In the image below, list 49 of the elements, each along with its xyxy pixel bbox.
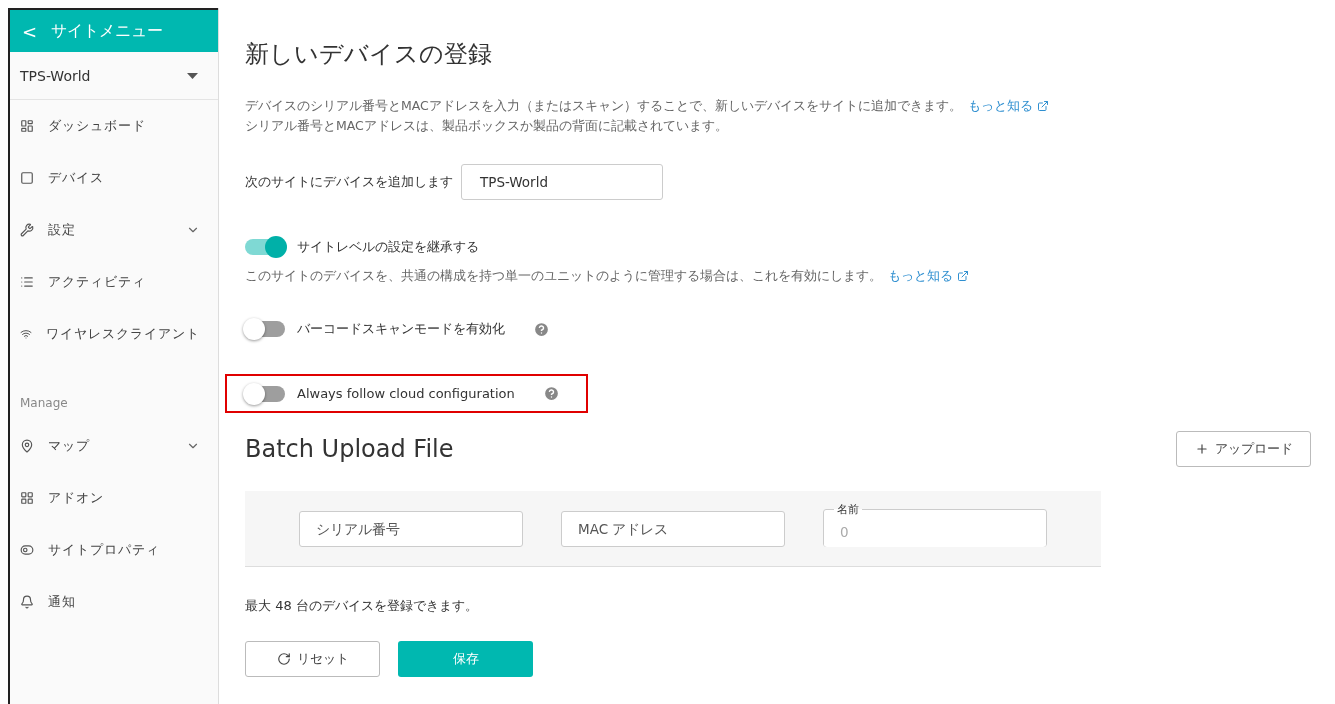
nav-item[interactable]: アドオン — [10, 472, 218, 524]
bell-icon — [20, 595, 34, 609]
grid-icon — [20, 491, 34, 505]
toggle-switch[interactable] — [245, 385, 285, 402]
plus-icon — [1194, 442, 1209, 456]
toggle-description: このサイトのデバイスを、共通の構成を持つ単一のユニットのように管理する場合は、これを有効にします。 もっと知る — [245, 266, 1311, 286]
caret-icon — [187, 72, 198, 79]
toggle-icon — [20, 543, 34, 557]
toggle-label: Always follow cloud configuration — [297, 386, 515, 401]
nav-item[interactable]: 設定 — [10, 204, 218, 256]
help-icon[interactable] — [542, 385, 560, 402]
square-icon — [20, 171, 34, 185]
wrench-icon — [20, 223, 34, 237]
site-selector[interactable]: TPS-World — [10, 52, 218, 100]
nav-item[interactable]: デバイス — [10, 152, 218, 204]
input-field[interactable]: シリアル番号 — [299, 510, 523, 547]
help-icon[interactable] — [533, 320, 550, 338]
upload-button[interactable]: アップロード — [1176, 431, 1311, 467]
site-field[interactable]: TPS-World — [461, 164, 663, 200]
toggle-switch[interactable] — [245, 239, 285, 255]
nav-item[interactable]: サイトプロパティ — [10, 524, 218, 576]
field-label: 名前 — [836, 502, 860, 517]
input-field[interactable]: MAC アドレス — [561, 510, 785, 547]
toggle-label: バーコードスキャンモードを有効化 — [297, 320, 505, 338]
nav-item[interactable]: アクティビティ — [10, 256, 218, 308]
reload-icon — [276, 652, 291, 666]
intro-text: デバイスのシリアル番号とMACアドレスを入力（またはスキャン）することで、新しいデバイスをサイトに追加できます。 もっと知る — [245, 96, 1311, 116]
toggle-label: サイトレベルの設定を継承する — [297, 238, 479, 256]
external-link-icon — [957, 270, 969, 282]
input-field[interactable]: 名前 0 — [823, 502, 1047, 547]
nav-item[interactable]: マップ — [10, 420, 218, 472]
map-pin-icon — [20, 439, 34, 453]
intro-text: シリアル番号とMACアドレスは、製品ボックスか製品の背面に記載されています。 — [245, 117, 729, 135]
limit-note: 最大 48 台のデバイスを登録できます。 — [245, 597, 479, 615]
section-title: Batch Upload File — [245, 435, 454, 463]
menu-title: サイトメニュー — [51, 20, 164, 42]
nav-item[interactable]: ダッシュボード — [10, 100, 218, 152]
list-icon — [20, 275, 34, 289]
toggle-switch[interactable] — [245, 321, 285, 337]
reset-button[interactable]: リセット — [245, 641, 380, 677]
nav-item[interactable]: 通知 — [10, 576, 218, 628]
learn-more-link[interactable]: もっと知る — [888, 266, 969, 286]
section-heading: Manage — [19, 395, 69, 412]
learn-more-link[interactable]: もっと知る — [967, 96, 1049, 116]
nav-item[interactable]: ワイヤレスクライアント — [10, 308, 218, 360]
page-title: 新しいデバイスの登録 — [245, 39, 493, 70]
site-label: 次のサイトにデバイスを追加します — [245, 173, 453, 191]
dashboard-icon — [20, 119, 34, 133]
external-link-icon — [1036, 100, 1049, 112]
